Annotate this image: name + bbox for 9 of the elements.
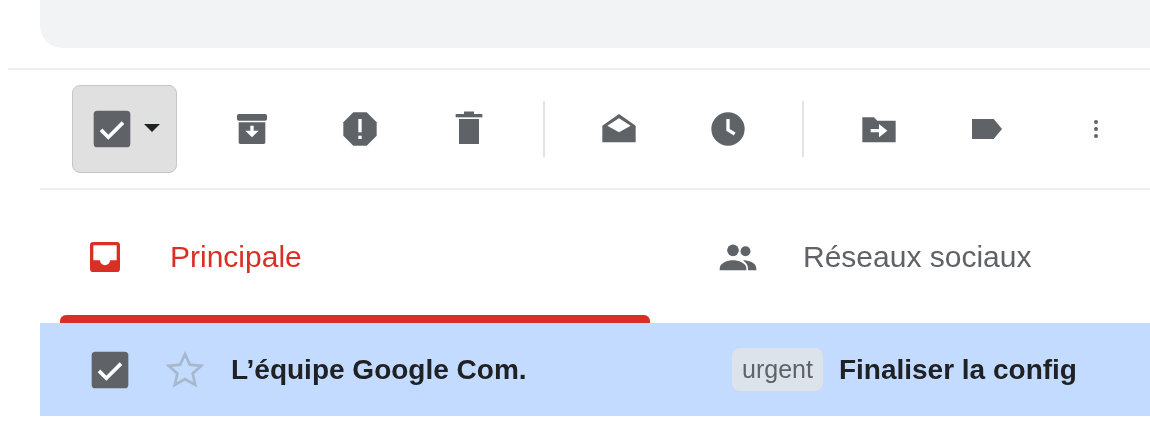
inbox-tab[interactable]: Principale <box>40 190 673 323</box>
caret-icon <box>143 124 160 134</box>
inbox-tab[interactable]: Réseaux sociaux <box>673 190 1150 323</box>
select-all-button[interactable] <box>72 85 178 173</box>
label-tag: urgent <box>732 348 823 391</box>
sender-name: L’équipe Google Com. <box>231 353 528 386</box>
email-row[interactable]: L’équipe Google Com. urgent Finaliser la config <box>40 323 1150 416</box>
star-icon[interactable] <box>165 349 205 390</box>
email-subject: Finaliser la config <box>838 353 1077 386</box>
